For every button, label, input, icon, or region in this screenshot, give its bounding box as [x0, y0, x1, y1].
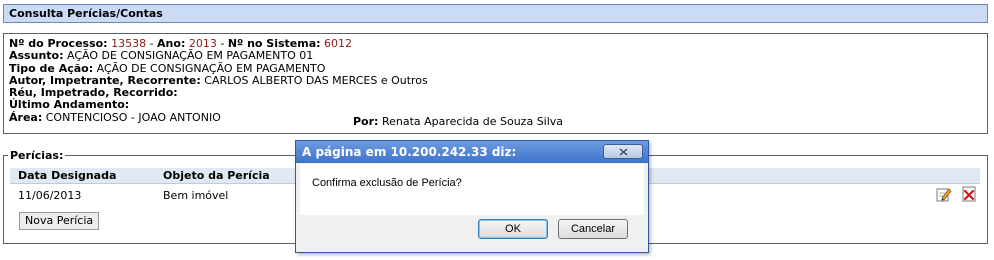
por-row: Por: Renata Aparecida de Souza Silva	[353, 115, 564, 128]
autor-value: CARLOS ALBERTO DAS MERCES e Outros	[204, 73, 428, 87]
tipo-label: Tipo de Ação:	[9, 61, 94, 75]
edit-icon[interactable]	[936, 186, 952, 202]
reu-label: Réu, Impetrado, Recorrido:	[9, 86, 178, 100]
dialog-message: Confirma exclusão de Perícia?	[312, 177, 462, 189]
dialog-close-button[interactable]	[603, 144, 643, 159]
column-header-data: Data Designada	[18, 169, 117, 182]
por-label: Por:	[353, 115, 379, 128]
por-value: Renata Aparecida de Souza Silva	[381, 115, 564, 128]
sistema-label: Nº no Sistema:	[227, 37, 321, 50]
area-label: Área:	[9, 110, 43, 124]
processo-value: 13538	[111, 37, 147, 50]
column-header-objeto: Objeto da Perícia	[163, 169, 270, 182]
close-icon	[619, 148, 628, 156]
pericias-legend: Perícias:	[10, 149, 64, 162]
tipo-value: AÇÃO DE CONSIGNAÇÃO EM PAGAMENTO	[96, 61, 326, 75]
delete-icon[interactable]	[961, 186, 977, 202]
andamento-label: Último Andamento:	[9, 98, 130, 112]
assunto-label: Assunto:	[9, 49, 64, 63]
ok-button[interactable]: OK	[478, 219, 548, 239]
dialog-title: A página em 10.200.242.33 diz:	[302, 145, 517, 159]
area-value: CONTENCIOSO - JOAO ANTONIO	[45, 110, 221, 124]
ano-value: 2013	[188, 37, 217, 50]
assunto-value: AÇÃO DE CONSIGNAÇÃO EM PAGAMENTO 01	[66, 49, 314, 63]
dialog-titlebar[interactable]: A página em 10.200.242.33 diz:	[296, 141, 648, 163]
process-info-panel: Nº do Processo: 13538 - Ano: 2013 - Nº n…	[3, 33, 988, 134]
page-title-bar: Consulta Perícias/Contas	[3, 4, 988, 23]
processo-label: Nº do Processo:	[9, 37, 108, 50]
ano-label: Ano:	[157, 37, 186, 50]
sistema-value: 6012	[324, 37, 353, 50]
cell-objeto: Bem imóvel	[163, 189, 229, 202]
reu-row: Réu, Impetrado, Recorrido:	[9, 87, 982, 99]
nova-pericia-button[interactable]: Nova Perícia	[19, 212, 100, 230]
cell-data-designada: 11/06/2013	[18, 189, 82, 202]
page-title: Consulta Perícias/Contas	[9, 7, 163, 20]
cancel-button[interactable]: Cancelar	[558, 219, 628, 239]
autor-label: Autor, Impetrante, Recorrente:	[9, 73, 201, 87]
